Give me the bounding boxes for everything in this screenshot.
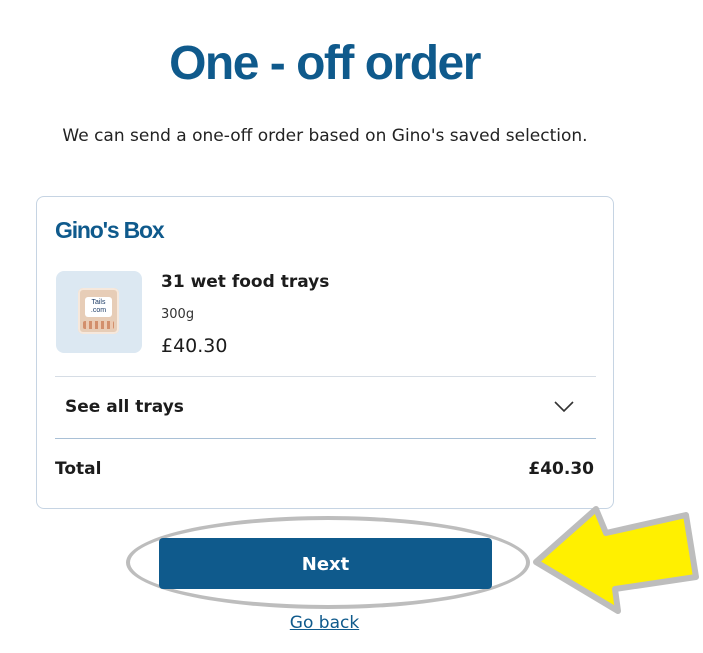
see-all-trays-label: See all trays (65, 397, 184, 417)
total-label: Total (55, 459, 102, 479)
product-weight: 300g (161, 307, 195, 322)
go-back-link[interactable]: Go back (0, 613, 649, 633)
product-name: 31 wet food trays (161, 272, 330, 292)
product-thumbnail: Tails .com (56, 271, 142, 353)
box-summary-card: Gino's Box Tails .com 31 wet food trays … (36, 196, 614, 509)
total-value: £40.30 (528, 459, 594, 479)
see-all-trays-toggle[interactable]: See all trays (55, 377, 596, 438)
product-price: £40.30 (161, 335, 228, 357)
next-button[interactable]: Next (159, 538, 492, 589)
box-title: Gino's Box (55, 217, 165, 243)
chevron-down-icon[interactable] (554, 401, 574, 413)
tray-brand-label: Tails .com (85, 297, 112, 317)
page-subtitle: We can send a one-off order based on Gin… (62, 126, 588, 146)
page-title: One - off order (169, 37, 481, 90)
divider (55, 438, 596, 439)
food-tray-image: Tails .com (78, 288, 119, 334)
pointer-arrow-icon (533, 506, 699, 614)
